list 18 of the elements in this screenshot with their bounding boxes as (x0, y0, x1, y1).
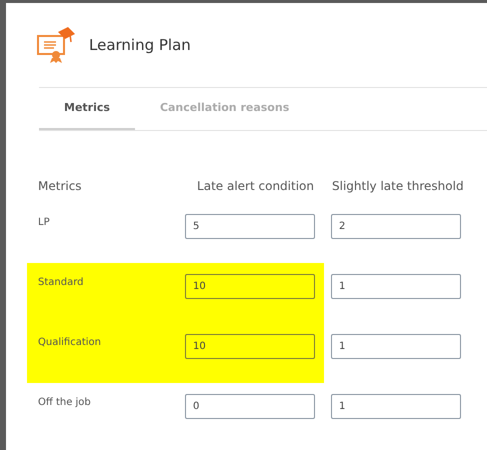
dialog-title: Learning Plan (89, 34, 191, 56)
number-field[interactable]: 0 (185, 394, 315, 419)
number-field[interactable]: 5 (185, 214, 315, 239)
metric-label: LP (38, 216, 51, 230)
number-field[interactable]: 1 (331, 394, 461, 419)
number-field[interactable]: 2 (331, 214, 461, 239)
tab[interactable]: Metrics (39, 88, 135, 130)
number-field[interactable]: 1 (331, 334, 461, 359)
column-header: Late alert condition (196, 178, 314, 195)
column-header: Slightly late threshold (332, 178, 464, 195)
metric-label: Qualification (38, 336, 102, 350)
certificate-icon (36, 26, 76, 64)
number-field[interactable]: 10 (185, 274, 315, 299)
metric-label: Off the job (38, 396, 92, 410)
metric-label: Standard (38, 276, 84, 290)
column-header: Metrics (38, 178, 83, 195)
number-field[interactable]: 10 (185, 334, 315, 359)
number-field[interactable]: 1 (331, 274, 461, 299)
